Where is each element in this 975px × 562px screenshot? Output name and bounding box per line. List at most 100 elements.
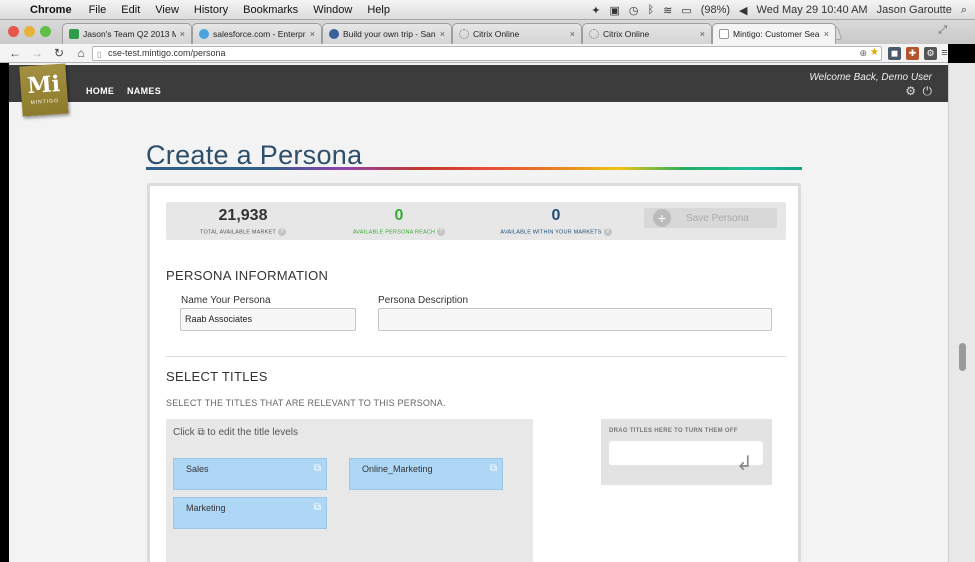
menu-bookmarks[interactable]: Bookmarks — [243, 4, 298, 16]
close-tab-icon[interactable]: × — [700, 29, 705, 39]
spotlight-icon[interactable]: ⌕ — [961, 4, 967, 17]
address-bar[interactable]: ▯ cse-test.mintigo.com/persona ⊕ ★ — [92, 46, 882, 61]
close-tab-icon[interactable]: × — [180, 29, 185, 39]
save-persona-label: Save Persona — [686, 212, 749, 224]
clock[interactable]: Wed May 29 10:40 AM — [757, 4, 868, 16]
document-icon — [719, 29, 729, 39]
stat-value: 0 — [551, 207, 561, 224]
hint-text: to edit the title levels — [207, 427, 298, 438]
extension-icon-3[interactable]: ⚙ — [924, 47, 937, 60]
bookmark-star-icon[interactable]: ★ — [870, 46, 879, 59]
menu-edit[interactable]: Edit — [121, 4, 140, 16]
wifi-icon[interactable]: ≋ — [663, 4, 672, 17]
home-icon[interactable]: ⌂ — [74, 46, 88, 60]
select-titles-heading: SELECT TITLES — [166, 369, 268, 384]
menu-view[interactable]: View — [155, 4, 179, 16]
tab-citrix-2[interactable]: Citrix Online × — [582, 23, 712, 44]
minimize-window-icon[interactable] — [24, 26, 35, 37]
curved-arrow-icon: ↲ — [736, 453, 753, 475]
edit-levels-icon[interactable]: ⧉ — [314, 463, 321, 474]
volume-icon[interactable]: ◀ — [739, 4, 747, 17]
scrollbar-thumb[interactable] — [959, 343, 966, 371]
title-underline — [146, 167, 802, 170]
battery-icon[interactable]: ▭ — [681, 4, 691, 17]
globe-icon — [329, 29, 339, 39]
citrix-icon — [589, 29, 599, 39]
close-tab-icon[interactable]: × — [310, 29, 315, 39]
persona-description-input[interactable] — [378, 308, 772, 331]
persona-info-heading: PERSONA INFORMATION — [166, 268, 329, 283]
persona-name-input[interactable]: Raab Associates — [180, 308, 356, 331]
close-window-icon[interactable] — [8, 26, 19, 37]
browser-toolbar: ← → ↻ ⌂ ▯ cse-test.mintigo.com/persona ⊕… — [0, 44, 948, 63]
bluetooth-icon[interactable]: ᛒ — [647, 4, 654, 16]
page-icon: ▯ — [97, 50, 102, 59]
menu-history[interactable]: History — [194, 4, 228, 16]
close-tab-icon[interactable]: × — [440, 29, 445, 39]
save-persona-button[interactable]: + Save Persona — [644, 208, 777, 228]
edit-hint: Click ⧉ to edit the title levels — [173, 427, 298, 438]
forward-icon[interactable]: → — [30, 46, 44, 60]
reload-icon[interactable]: ↻ — [52, 46, 66, 60]
select-titles-subheading: SELECT THE TITLES THAT ARE RELEVANT TO T… — [166, 398, 446, 408]
name-label: Name Your Persona — [181, 295, 271, 306]
description-label: Persona Description — [378, 295, 469, 306]
edit-levels-icon[interactable]: ⧉ — [314, 502, 321, 513]
zoom-icon[interactable]: ⊕ — [859, 47, 867, 60]
fullscreen-icon[interactable]: ⤢ — [938, 24, 947, 37]
extension-icon[interactable]: ◼ — [888, 47, 901, 60]
dropbox-icon[interactable]: ✦ — [591, 4, 600, 17]
persona-card: 21,938 TOTAL AVAILABLE MARKET? 0 AVAILAB… — [147, 183, 801, 562]
extension-icon-2[interactable]: ✚ — [906, 47, 919, 60]
chip-label: Marketing — [186, 503, 226, 513]
user-name[interactable]: Jason Garoutte — [877, 4, 952, 16]
display-icon[interactable]: ▣ — [609, 4, 619, 17]
logo-mark: Mi — [26, 70, 61, 100]
turn-off-drop-zone[interactable]: DRAG TITLES HERE TO TURN THEM OFF ↲ — [601, 419, 772, 485]
menu-app-name[interactable]: Chrome — [30, 4, 72, 16]
tab-citrix-1[interactable]: Citrix Online × — [452, 23, 582, 44]
menu-window[interactable]: Window — [313, 4, 352, 16]
gear-icon[interactable]: ⚙ — [905, 84, 916, 98]
help-icon[interactable]: ? — [437, 228, 446, 236]
stat-persona-reach: 0 AVAILABLE PERSONA REACH? — [334, 206, 464, 236]
back-icon[interactable]: ← — [8, 46, 22, 60]
url-text: cse-test.mintigo.com/persona — [108, 48, 226, 58]
help-icon[interactable]: ? — [603, 228, 612, 236]
power-icon[interactable]: ⏻ — [923, 84, 933, 99]
chrome-menu-icon[interactable]: ≡ — [938, 47, 951, 60]
help-icon[interactable]: ? — [277, 228, 286, 236]
title-chip-marketing[interactable]: Marketing ⧉ — [173, 497, 327, 529]
tab-strip: Jason's Team Q2 2013 MI × salesforce.com… — [0, 20, 975, 44]
zoom-window-icon[interactable] — [40, 26, 51, 37]
close-tab-icon[interactable]: × — [570, 29, 575, 39]
stat-label: AVAILABLE WITHIN YOUR MARKETS — [500, 229, 602, 236]
tab-title: Citrix Online — [473, 29, 520, 39]
title-chip-sales[interactable]: Sales ⧉ — [173, 458, 327, 490]
time-machine-icon[interactable]: ◷ — [629, 4, 639, 17]
nav-names[interactable]: NAMES — [127, 86, 161, 96]
title-chip-online-marketing[interactable]: Online_Marketing ⧉ — [349, 458, 503, 490]
battery-percent: (98%) — [700, 4, 731, 16]
site-header: HOME NAMES Welcome Back, Demo User ⚙ ⏻ — [9, 65, 948, 102]
mintigo-logo[interactable]: Mi MINTIGO — [19, 63, 69, 117]
tab-title: Jason's Team Q2 2013 MI — [83, 29, 176, 39]
stat-within-markets: 0 AVAILABLE WITHIN YOUR MARKETS? — [486, 206, 626, 236]
stat-value: 0 — [394, 207, 404, 224]
menu-file[interactable]: File — [89, 4, 107, 16]
menu-help[interactable]: Help — [367, 4, 390, 16]
sheets-icon — [69, 29, 79, 39]
tab-build-trip[interactable]: Build your own trip - San × — [322, 23, 452, 44]
tab-title: salesforce.com - Enterpris — [213, 29, 306, 39]
edit-levels-icon[interactable]: ⧉ — [490, 463, 497, 474]
drop-zone-label: DRAG TITLES HERE TO TURN THEM OFF — [609, 428, 738, 434]
tab-title: Build your own trip - San — [343, 29, 436, 39]
tab-jasons-team[interactable]: Jason's Team Q2 2013 MI × — [62, 23, 192, 44]
nav-home[interactable]: HOME — [86, 86, 114, 96]
chip-label: Sales — [186, 464, 209, 474]
stat-label: TOTAL AVAILABLE MARKET — [200, 229, 276, 236]
page-scrollbar[interactable] — [948, 63, 975, 562]
tab-mintigo[interactable]: Mintigo: Customer Search × — [712, 23, 836, 44]
tab-salesforce[interactable]: salesforce.com - Enterpris × — [192, 23, 322, 44]
close-tab-icon[interactable]: × — [824, 29, 829, 39]
